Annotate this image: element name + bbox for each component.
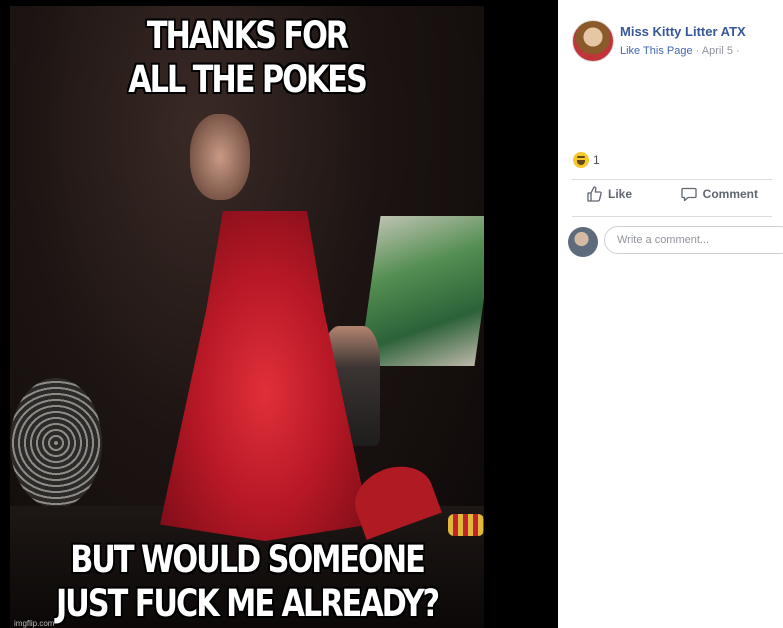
photo-head <box>190 114 250 200</box>
post-header <box>572 20 614 62</box>
photo-fan <box>10 378 102 508</box>
comment-icon <box>681 187 697 202</box>
meme-bottom-line-2: JUST FUCK ME ALREADY? <box>55 582 440 625</box>
meme-bottom-text: BUT WOULD SOMEONE JUST FUCK ME ALREADY? <box>53 538 442 626</box>
post-photo[interactable]: THANKS FOR ALL THE POKES BUT WOULD SOMEO… <box>10 6 484 628</box>
author-name[interactable]: Miss Kitty Litter ATX <box>620 24 746 39</box>
meme-top-line-1: THANKS FOR <box>146 14 349 57</box>
author-avatar[interactable] <box>572 20 614 62</box>
current-user-avatar <box>568 227 598 257</box>
watermark: imgflip.com <box>14 619 55 628</box>
meme-top-line-2: ALL THE POKES <box>128 58 368 101</box>
like-label: Like <box>608 187 633 201</box>
comment-composer <box>568 226 783 262</box>
photo-curtain <box>359 216 484 366</box>
meme-top-text: THANKS FOR ALL THE POKES <box>53 14 442 102</box>
post-date[interactable]: · April 5 · <box>696 45 740 57</box>
photo-viewer: THANKS FOR ALL THE POKES BUT WOULD SOMEO… <box>0 0 558 628</box>
post-side-panel: Miss Kitty Litter ATX Like This Page · A… <box>558 0 783 628</box>
post-meta: Like This Page · April 5 · <box>620 45 740 57</box>
divider <box>572 179 772 180</box>
haha-icon <box>573 152 589 168</box>
photo-striped-object <box>448 514 484 536</box>
reaction-summary[interactable]: 1 <box>573 152 600 168</box>
comment-label: Comment <box>702 187 758 201</box>
like-page-link[interactable]: Like This Page <box>620 45 693 57</box>
meme-bottom-line-1: BUT WOULD SOMEONE <box>70 538 426 581</box>
divider <box>572 216 772 217</box>
comment-button[interactable]: Comment <box>681 186 758 202</box>
thumbs-up-icon <box>587 186 602 202</box>
like-button[interactable]: Like <box>586 186 632 202</box>
action-bar: Like Comment <box>572 186 772 202</box>
comment-input[interactable] <box>604 226 783 254</box>
reaction-count: 1 <box>593 153 600 167</box>
